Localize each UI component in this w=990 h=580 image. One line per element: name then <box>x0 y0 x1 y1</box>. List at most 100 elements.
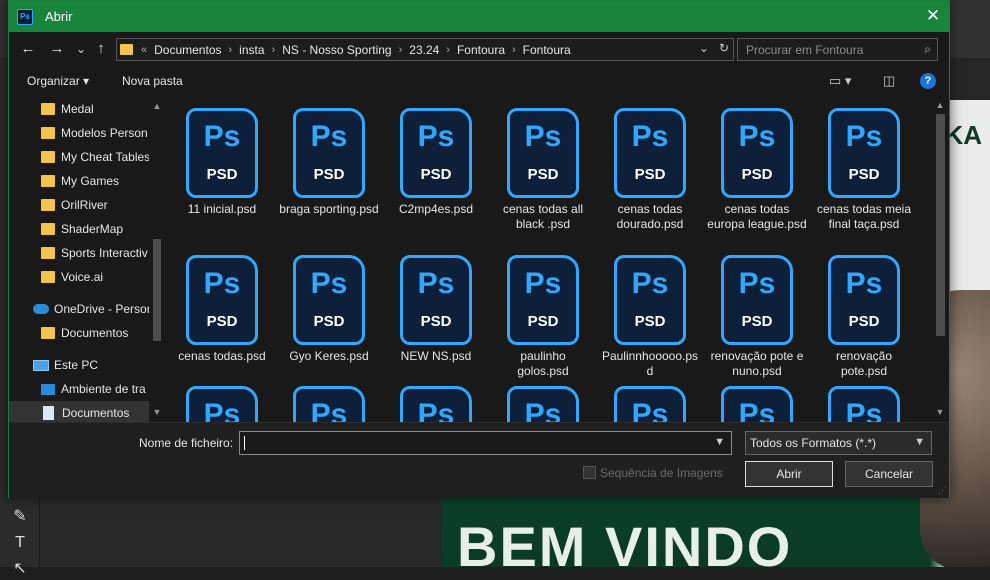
psd-icon-letters: Ps <box>631 398 669 422</box>
breadcrumb-separator-icon[interactable]: › <box>399 44 403 56</box>
breadcrumb-separator-icon[interactable]: › <box>512 44 516 56</box>
file-item[interactable]: PsPSD <box>493 386 593 422</box>
psd-icon-label: PSD <box>527 313 559 330</box>
scroll-down-arrow-icon[interactable]: ▼ <box>933 407 947 417</box>
file-name: Gyo Keres.psd <box>289 349 369 363</box>
open-button[interactable]: Abrir <box>745 461 833 487</box>
file-item[interactable]: Ps PSD cenas todas meia final taça.psd <box>814 108 914 232</box>
file-list-scrollbar[interactable]: ▲ ▼ <box>932 96 949 422</box>
sidebar-item-orilriver[interactable]: OrilRiver <box>9 193 149 217</box>
address-bar[interactable]: « Documentos › insta › NS - Nosso Sporti… <box>116 38 734 61</box>
breadcrumb-item[interactable]: insta <box>239 43 264 57</box>
sidebar-item-cheat-tables[interactable]: My Cheat Tables <box>9 145 149 169</box>
chevron-down-icon[interactable]: ▼ <box>914 436 925 448</box>
psd-icon-letters: Ps <box>738 120 776 153</box>
sidebar-item-este-pc[interactable]: Este PC <box>9 353 149 377</box>
file-item[interactable]: Ps PSD renovação pote e nuno.psd <box>707 255 807 379</box>
address-dropdown-icon[interactable]: ⌄ <box>699 41 709 55</box>
file-item[interactable]: PsPSD <box>814 386 914 422</box>
file-item[interactable]: Ps PSD Gyo Keres.psd <box>279 255 379 364</box>
breadcrumb-separator-icon[interactable]: › <box>229 44 233 56</box>
sidebar-item-modelos[interactable]: Modelos Person <box>9 121 149 145</box>
breadcrumb-separator-icon[interactable]: › <box>446 44 450 56</box>
breadcrumb-item[interactable]: 23.24 <box>409 43 439 57</box>
folder-icon <box>41 103 55 115</box>
breadcrumb-item[interactable]: NS - Nosso Sporting <box>282 43 391 57</box>
search-input[interactable]: Procurar em Fontoura ⌕ <box>737 38 938 61</box>
type-tool-icon[interactable]: T <box>9 532 31 554</box>
cancel-button[interactable]: Cancelar <box>845 461 933 487</box>
file-item[interactable]: PsPSD <box>707 386 807 422</box>
sidebar-scroll-thumb[interactable] <box>153 239 161 341</box>
file-item[interactable]: Ps PSD cenas todas.psd <box>172 255 272 364</box>
sidebar-item-desktop[interactable]: Ambiente de tra <box>9 377 149 401</box>
psd-icon-letters: Ps <box>203 267 241 300</box>
new-folder-button[interactable]: Nova pasta <box>122 74 183 88</box>
close-button[interactable]: ✕ <box>917 1 949 32</box>
sidebar-item-onedrive-documentos[interactable]: Documentos <box>9 321 149 345</box>
file-name: cenas todas.psd <box>178 349 266 363</box>
psd-file-icon: PsPSD <box>828 255 900 345</box>
up-arrow-icon[interactable]: ↑ <box>90 39 112 59</box>
sidebar-scrollbar[interactable]: ▲ ▼ <box>150 96 164 422</box>
file-type-select[interactable]: Todos os Formatos (*.*) ▼ <box>745 431 932 455</box>
sidebar-item-label: Sports Interactiv <box>61 246 148 260</box>
image-sequence-checkbox[interactable] <box>583 466 596 479</box>
file-item[interactable]: Ps PSD braga sporting.psd <box>279 108 379 217</box>
sidebar-item-shadermap[interactable]: ShaderMap <box>9 217 149 241</box>
file-item[interactable]: Ps PSD cenas todas dourado.psd <box>600 108 700 232</box>
sidebar-item-sports-interactive[interactable]: Sports Interactiv <box>9 241 149 265</box>
sidebar-item-my-games[interactable]: My Games <box>9 169 149 193</box>
file-name: renovação pote e nuno.psd <box>710 349 804 378</box>
pen-tool-icon[interactable]: ✎ <box>9 506 31 528</box>
breadcrumb-item[interactable]: Documentos <box>154 43 221 57</box>
file-item[interactable]: PsPSD <box>600 386 700 422</box>
sidebar-item-label: OrilRiver <box>61 198 108 212</box>
file-item[interactable]: PsPSD <box>172 386 272 422</box>
search-icon[interactable]: ⌕ <box>924 42 931 57</box>
breadcrumb-item[interactable]: Fontoura <box>523 43 571 57</box>
scroll-down-arrow-icon[interactable]: ▼ <box>150 407 164 417</box>
recent-locations-chevron-icon[interactable]: ⌄ <box>70 39 92 59</box>
file-name: cenas todas dourado.psd <box>616 202 684 231</box>
psd-icon-label: PSD <box>634 166 666 183</box>
sidebar-item-voice-ai[interactable]: Voice.ai <box>9 265 149 289</box>
psd-icon-letters: Ps <box>310 398 348 422</box>
forward-arrow-icon[interactable]: → <box>46 39 68 59</box>
navigation-bar: ← → ⌄ ↑ « Documentos › insta › NS - Noss… <box>9 32 949 66</box>
sidebar-item-label: Modelos Person <box>61 126 148 140</box>
organize-button[interactable]: Organizar ▾ <box>27 74 89 88</box>
file-item[interactable]: Ps PSD cenas todas europa league.psd <box>707 108 807 232</box>
file-item[interactable]: Ps PSD 11 inicial.psd <box>172 108 272 217</box>
change-view-icon[interactable]: ▭ ▾ <box>829 73 851 89</box>
psd-file-icon: PsPSD <box>828 386 900 422</box>
sidebar-item-medal[interactable]: Medal <box>9 97 149 121</box>
scroll-up-arrow-icon[interactable]: ▲ <box>150 101 164 111</box>
file-item[interactable]: Ps PSD Paulinnhooooo.psd <box>600 255 700 379</box>
file-item[interactable]: Ps PSD paulinho golos.psd <box>493 255 593 379</box>
file-list-scroll-thumb[interactable] <box>936 114 945 336</box>
filename-input[interactable]: ▼ <box>239 431 732 455</box>
breadcrumb-separator-icon[interactable]: › <box>272 44 276 56</box>
dialog-titlebar[interactable]: Ps Abrir ✕ <box>9 1 949 32</box>
refresh-icon[interactable]: ↻ <box>719 41 729 55</box>
file-item[interactable]: PsPSD <box>279 386 379 422</box>
scroll-up-arrow-icon[interactable]: ▲ <box>933 100 947 110</box>
help-icon[interactable]: ? <box>920 73 936 89</box>
psd-icon-label: PSD <box>206 313 238 330</box>
file-item[interactable]: Ps PSD C2mp4es.psd <box>386 108 486 217</box>
file-item[interactable]: PsPSD <box>386 386 486 422</box>
preview-pane-icon[interactable]: ◫ <box>883 73 895 89</box>
file-item[interactable]: Ps PSD renovação pote.psd <box>814 255 914 379</box>
back-arrow-icon[interactable]: ← <box>17 39 39 59</box>
breadcrumb-overflow[interactable]: « <box>141 44 147 56</box>
breadcrumb-item[interactable]: Fontoura <box>457 43 505 57</box>
resize-grip-icon[interactable]: ⋰ <box>938 485 947 496</box>
sidebar-item-documentos[interactable]: Documentos <box>9 401 149 422</box>
path-select-tool-icon[interactable]: ↖ <box>9 558 31 580</box>
sidebar-item-onedrive[interactable]: OneDrive - Persor <box>9 297 149 321</box>
file-item[interactable]: Ps PSD cenas todas all black .psd <box>493 108 593 232</box>
chevron-down-icon[interactable]: ▼ <box>714 436 725 448</box>
file-item[interactable]: Ps PSD NEW NS.psd <box>386 255 486 364</box>
sidebar-item-label: My Cheat Tables <box>61 150 149 164</box>
